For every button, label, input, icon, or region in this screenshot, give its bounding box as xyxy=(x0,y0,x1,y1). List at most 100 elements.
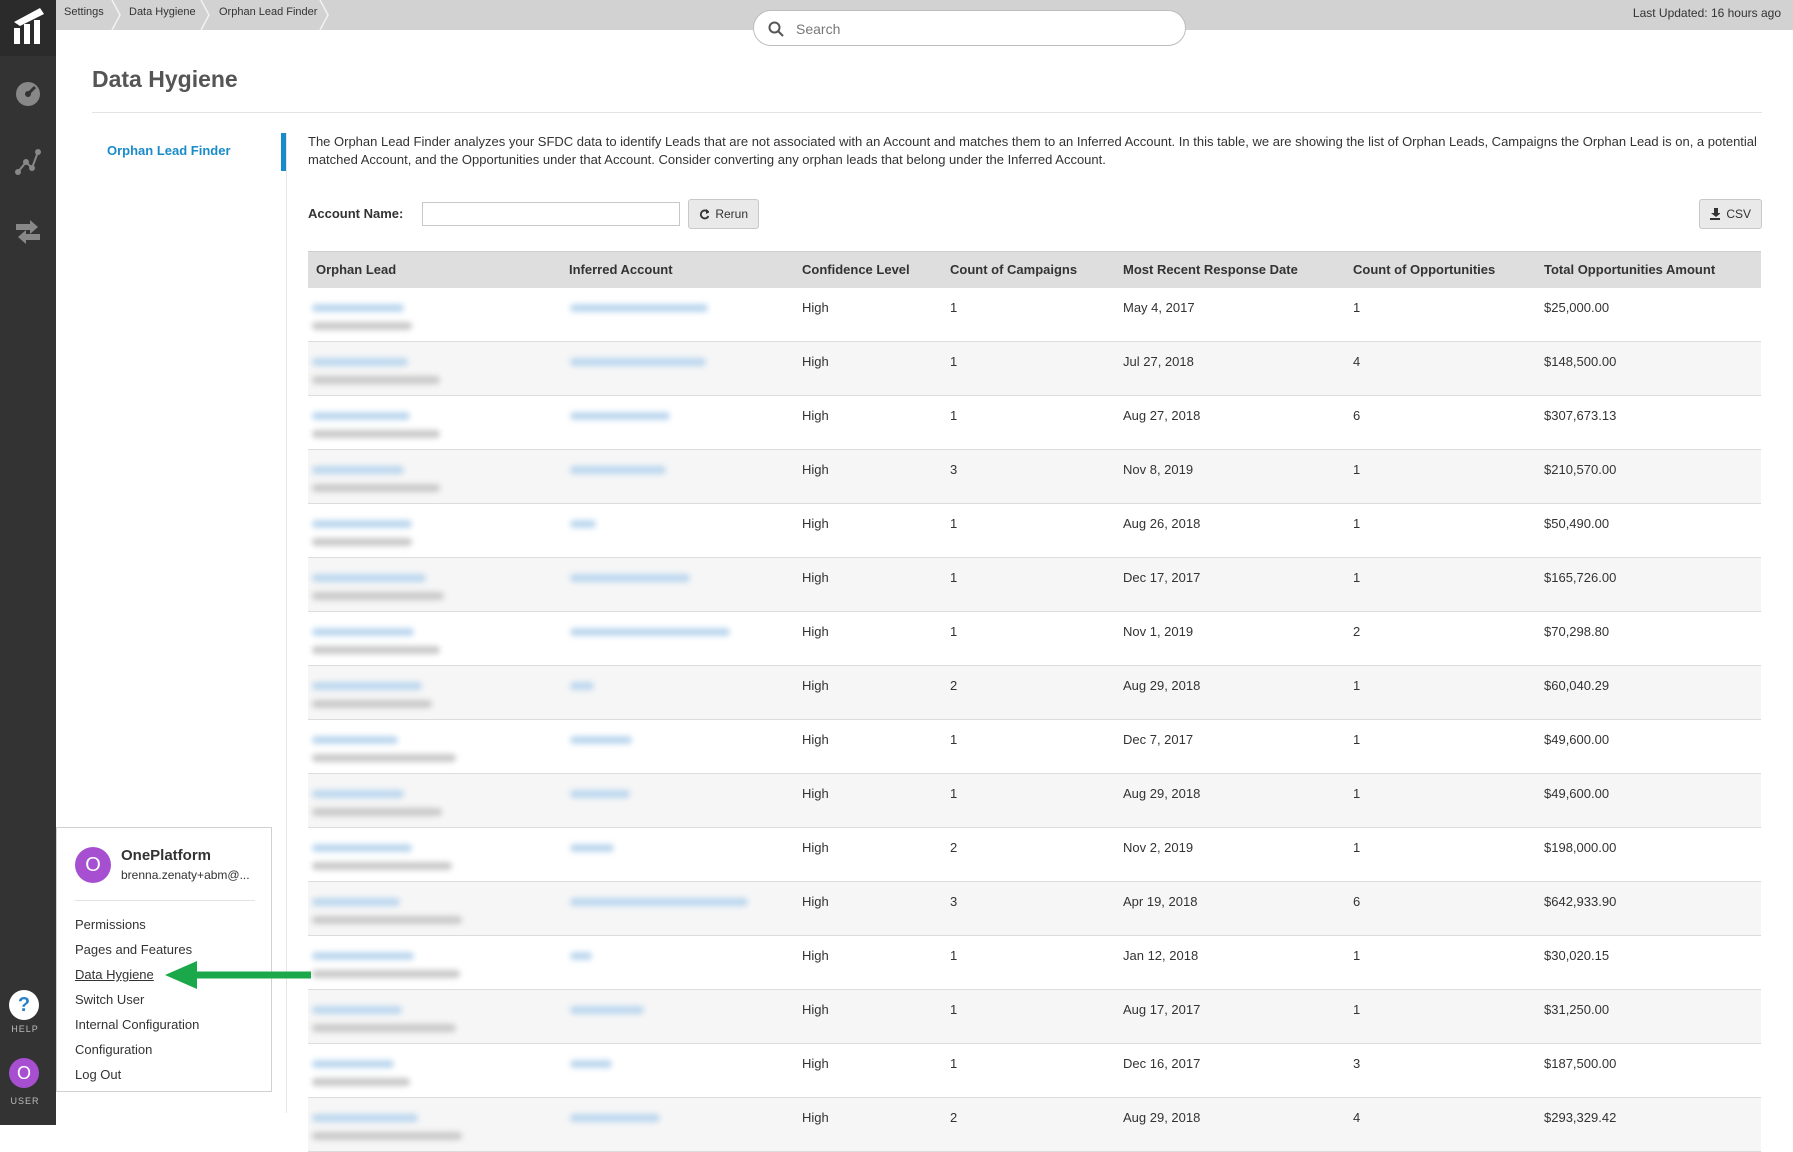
green-arrow-annotation xyxy=(165,961,311,989)
table-body: High 1 May 4, 2017 1 $25,000.00 High 1 Jul 27, … xyxy=(308,288,1761,1152)
confidence-level-cell: High xyxy=(802,840,829,855)
app-logo[interactable] xyxy=(0,0,56,56)
opportunities-amount-cell: $198,000.00 xyxy=(1544,840,1617,855)
column-header-orphan-lead[interactable]: Orphan Lead xyxy=(316,252,396,288)
table-row: High 1 Nov 1, 2019 2 $70,298.80 xyxy=(308,612,1761,666)
opportunities-amount-cell: $49,600.00 xyxy=(1544,786,1610,801)
table-row: High 1 Jul 27, 2018 4 $148,500.00 xyxy=(308,342,1761,396)
count-of-opportunities-cell: 1 xyxy=(1353,840,1361,855)
orphan-leads-table: Orphan Lead Inferred Account Confidence … xyxy=(308,251,1761,1152)
menu-item-data-hygiene[interactable]: Data Hygiene xyxy=(75,967,154,982)
menu-item-internal-configuration[interactable]: Internal Configuration xyxy=(75,1017,199,1032)
response-date-cell: Aug 29, 2018 xyxy=(1123,1110,1201,1125)
logo-icon xyxy=(14,8,44,44)
table-header: Orphan Lead Inferred Account Confidence … xyxy=(308,251,1761,288)
table-row: High 1 Dec 16, 2017 3 $187,500.00 xyxy=(308,1044,1761,1098)
search-icon xyxy=(768,21,784,37)
menu-item-log-out[interactable]: Log Out xyxy=(75,1067,121,1082)
response-date-cell: Dec 17, 2017 xyxy=(1123,570,1201,585)
column-header-inferred-account[interactable]: Inferred Account xyxy=(569,252,673,288)
column-header-confidence-level[interactable]: Confidence Level xyxy=(802,252,910,288)
opportunities-amount-cell: $148,500.00 xyxy=(1544,354,1617,369)
table-row: High 2 Aug 29, 2018 4 $293,329.42 xyxy=(308,1098,1761,1152)
table-row: High 1 Aug 27, 2018 6 $307,673.13 xyxy=(308,396,1761,450)
transfer-icon[interactable] xyxy=(8,212,48,252)
table-row: High 1 Aug 26, 2018 1 $50,490.00 xyxy=(308,504,1761,558)
response-date-cell: Aug 26, 2018 xyxy=(1123,516,1201,531)
count-of-opportunities-cell: 1 xyxy=(1353,678,1361,693)
confidence-level-cell: High xyxy=(802,624,829,639)
confidence-level-cell: High xyxy=(802,570,829,585)
count-of-campaigns-cell: 1 xyxy=(950,1002,958,1017)
menu-item-pages-and-features[interactable]: Pages and Features xyxy=(75,942,192,957)
response-date-cell: Aug 27, 2018 xyxy=(1123,408,1201,423)
column-header-total-opportunities-amount[interactable]: Total Opportunities Amount xyxy=(1544,252,1715,288)
title-divider xyxy=(92,112,1762,113)
count-of-campaigns-cell: 2 xyxy=(950,1110,958,1125)
account-name-label: Account Name: xyxy=(308,206,404,221)
account-name-input[interactable] xyxy=(422,202,680,226)
response-date-cell: Jan 12, 2018 xyxy=(1123,948,1199,963)
table-row: High 1 May 4, 2017 1 $25,000.00 xyxy=(308,288,1761,342)
column-header-count-of-campaigns[interactable]: Count of Campaigns xyxy=(950,252,1077,288)
opportunities-amount-cell: $50,490.00 xyxy=(1544,516,1610,531)
menu-item-switch-user[interactable]: Switch User xyxy=(75,992,144,1007)
response-date-cell: Nov 2, 2019 xyxy=(1123,840,1194,855)
breadcrumb-separator-icon xyxy=(200,0,210,30)
org-avatar: O xyxy=(75,847,111,883)
column-header-most-recent-response-date[interactable]: Most Recent Response Date xyxy=(1123,252,1298,288)
confidence-level-cell: High xyxy=(802,732,829,747)
help-button[interactable]: ? xyxy=(9,990,39,1020)
table-row: High 1 Dec 7, 2017 1 $49,600.00 xyxy=(308,720,1761,774)
confidence-level-cell: High xyxy=(802,948,829,963)
rerun-button[interactable]: Rerun xyxy=(688,199,759,229)
count-of-campaigns-cell: 3 xyxy=(950,894,958,909)
left-nav-rail: ? HELP O USER xyxy=(0,0,56,1125)
csv-export-button[interactable]: CSV xyxy=(1699,199,1762,229)
count-of-opportunities-cell: 1 xyxy=(1353,570,1361,585)
opportunities-amount-cell: $307,673.13 xyxy=(1544,408,1617,423)
refresh-icon xyxy=(699,208,710,219)
confidence-level-cell: High xyxy=(802,300,829,315)
count-of-opportunities-cell: 4 xyxy=(1353,354,1361,369)
response-date-cell: Dec 7, 2017 xyxy=(1123,732,1194,747)
breadcrumb-orphan-lead-finder[interactable]: Orphan Lead Finder xyxy=(219,0,317,30)
user-avatar-button[interactable]: O xyxy=(9,1058,39,1088)
response-date-cell: May 4, 2017 xyxy=(1123,300,1195,315)
count-of-campaigns-cell: 1 xyxy=(950,732,958,747)
count-of-opportunities-cell: 1 xyxy=(1353,300,1361,315)
help-label: HELP xyxy=(11,1024,39,1034)
count-of-opportunities-cell: 1 xyxy=(1353,516,1361,531)
count-of-opportunities-cell: 1 xyxy=(1353,948,1361,963)
journey-icon[interactable] xyxy=(8,142,48,182)
search-box[interactable] xyxy=(753,10,1186,46)
breadcrumb-data-hygiene[interactable]: Data Hygiene xyxy=(129,0,196,30)
response-date-cell: Dec 16, 2017 xyxy=(1123,1056,1201,1071)
count-of-campaigns-cell: 3 xyxy=(950,462,958,477)
download-icon xyxy=(1710,208,1721,220)
confidence-level-cell: High xyxy=(802,786,829,801)
response-date-cell: Aug 29, 2018 xyxy=(1123,678,1201,693)
count-of-opportunities-cell: 3 xyxy=(1353,1056,1361,1071)
opportunities-amount-cell: $25,000.00 xyxy=(1544,300,1610,315)
menu-item-permissions[interactable]: Permissions xyxy=(75,917,146,932)
count-of-opportunities-cell: 6 xyxy=(1353,408,1361,423)
count-of-opportunities-cell: 4 xyxy=(1353,1110,1361,1125)
opportunities-amount-cell: $187,500.00 xyxy=(1544,1056,1617,1071)
response-date-cell: Aug 17, 2017 xyxy=(1123,1002,1201,1017)
count-of-campaigns-cell: 1 xyxy=(950,570,958,585)
tab-orphan-lead-finder[interactable]: Orphan Lead Finder xyxy=(107,143,231,158)
count-of-opportunities-cell: 1 xyxy=(1353,1002,1361,1017)
table-row: High 1 Aug 17, 2017 1 $31,250.00 xyxy=(308,990,1761,1044)
menu-item-configuration[interactable]: Configuration xyxy=(75,1042,152,1057)
count-of-opportunities-cell: 1 xyxy=(1353,462,1361,477)
count-of-opportunities-cell: 2 xyxy=(1353,624,1361,639)
column-header-count-of-opportunities[interactable]: Count of Opportunities xyxy=(1353,252,1495,288)
user-label: USER xyxy=(10,1096,40,1106)
breadcrumb-settings[interactable]: Settings xyxy=(64,0,104,30)
search-input[interactable] xyxy=(794,19,1158,39)
count-of-opportunities-cell: 1 xyxy=(1353,786,1361,801)
user-email: brenna.zenaty+abm@... xyxy=(121,868,250,882)
org-name: OnePlatform xyxy=(121,847,212,864)
dashboard-icon[interactable] xyxy=(8,72,48,112)
